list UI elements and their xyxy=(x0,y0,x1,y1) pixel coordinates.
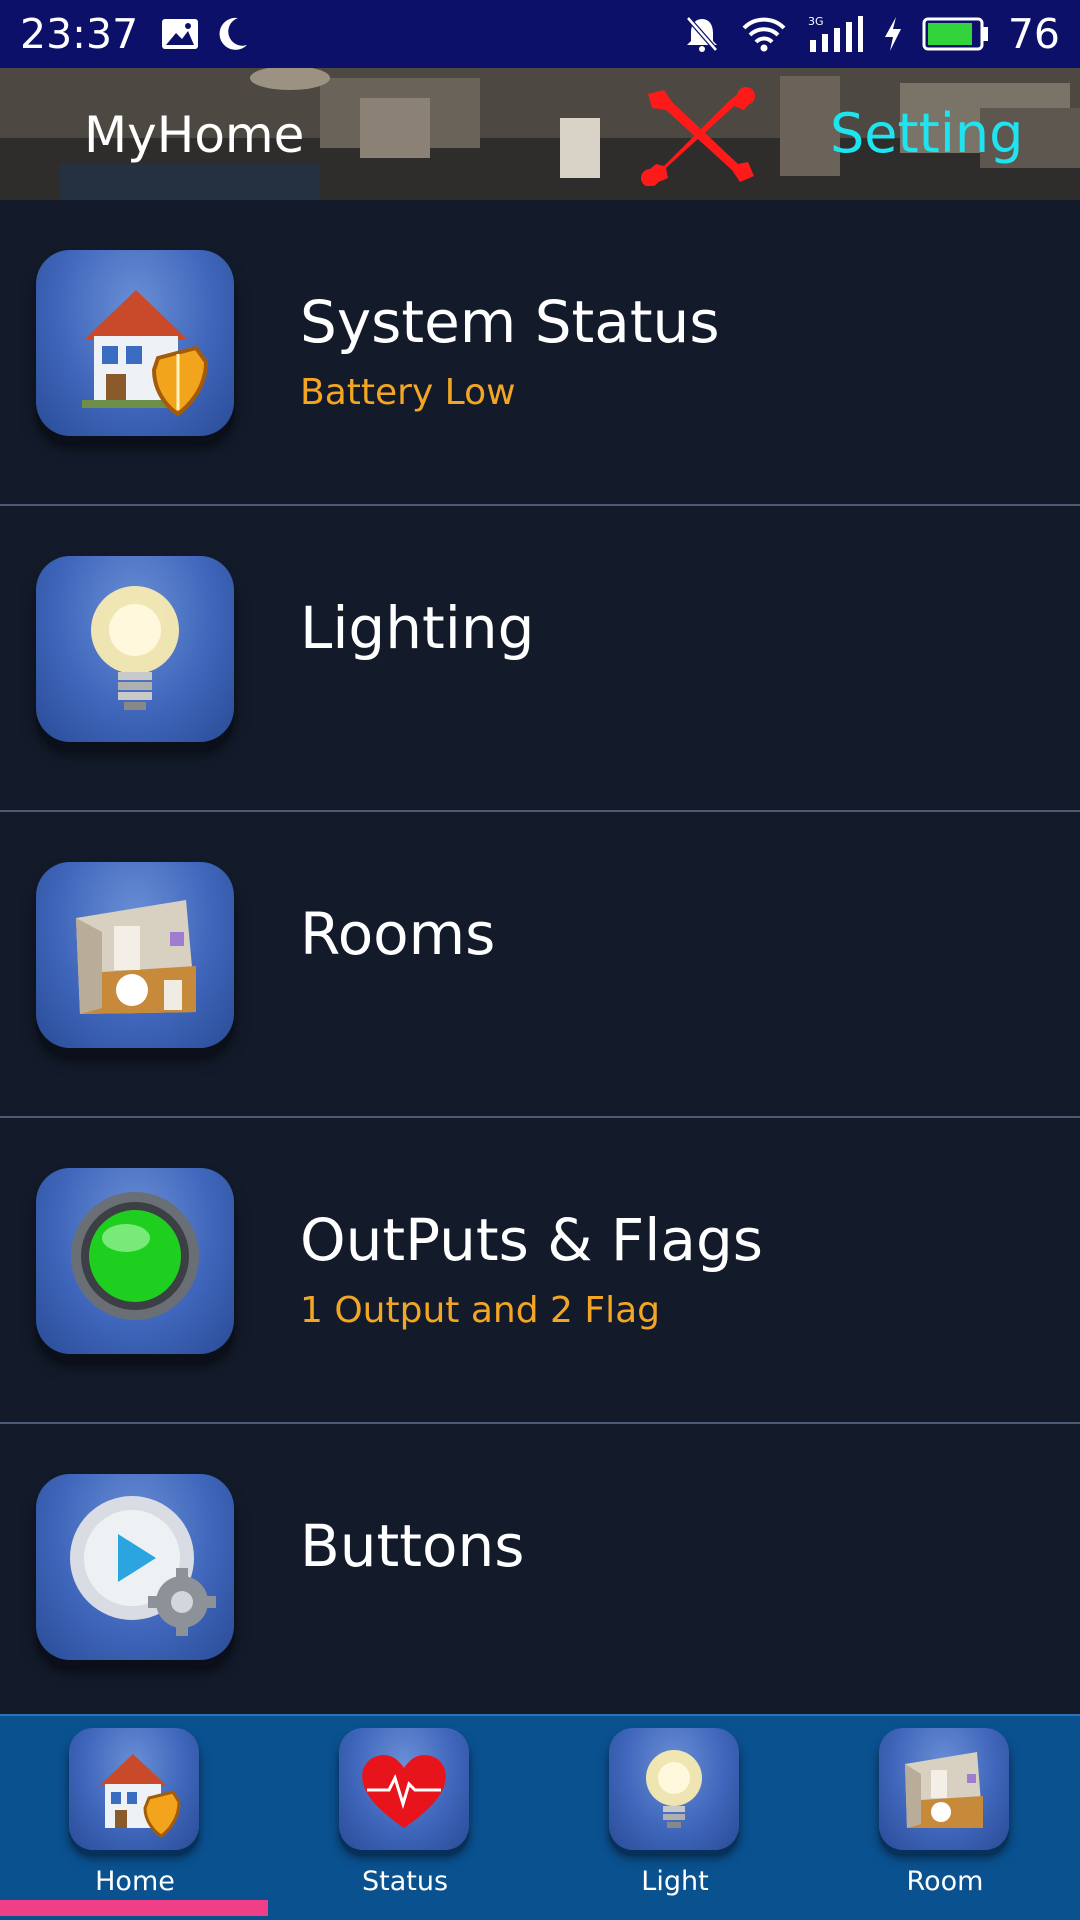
menu-item-title: Rooms xyxy=(300,900,496,968)
moon-icon xyxy=(219,17,248,50)
app-header: MyHome Setting xyxy=(0,68,1080,200)
menu-item-title: System Status xyxy=(300,288,720,356)
menu-item-title: Lighting xyxy=(300,594,535,662)
menu-item-rooms[interactable]: Rooms xyxy=(0,812,1080,1118)
menu-item-lighting[interactable]: Lighting xyxy=(0,506,1080,812)
status-bar: 23:37 3G 76 xyxy=(0,0,1080,68)
menu-item-title: OutPuts & Flags xyxy=(300,1206,763,1274)
play-gear-icon xyxy=(36,1474,234,1660)
light-bulb-icon xyxy=(609,1728,739,1850)
heart-pulse-icon xyxy=(339,1728,469,1850)
wifi-icon xyxy=(742,17,786,52)
bell-muted-icon xyxy=(685,16,718,52)
house-shield-icon xyxy=(69,1728,199,1850)
nav-item-status[interactable]: Status xyxy=(270,1728,540,1908)
tools-icon[interactable] xyxy=(636,86,756,186)
setting-button[interactable]: Setting xyxy=(830,102,1023,165)
svg-text:3G: 3G xyxy=(808,15,824,28)
room-icon xyxy=(36,862,234,1048)
room-icon xyxy=(879,1728,1009,1850)
charging-icon xyxy=(884,17,901,51)
menu-item-subtitle: Battery Low xyxy=(300,372,516,413)
menu-list: System Status Battery Low Lighting Rooms… xyxy=(0,200,1080,1730)
menu-item-buttons[interactable]: Buttons xyxy=(0,1424,1080,1730)
nav-label: Room xyxy=(906,1866,984,1897)
bottom-navigation: Home Status Light Room xyxy=(0,1714,1080,1920)
house-shield-icon xyxy=(36,250,234,436)
light-bulb-icon xyxy=(36,556,234,742)
nav-label: Home xyxy=(95,1866,175,1897)
nav-label: Status xyxy=(361,1866,449,1897)
signal-3g-icon: 3G xyxy=(808,15,863,52)
menu-item-system-status[interactable]: System Status Battery Low xyxy=(0,200,1080,506)
battery-icon xyxy=(922,17,988,51)
menu-item-subtitle: 1 Output and 2 Flag xyxy=(300,1290,660,1331)
nav-item-home[interactable]: Home xyxy=(0,1728,270,1908)
active-tab-indicator xyxy=(0,1900,268,1916)
app-title: MyHome xyxy=(84,106,305,164)
status-time: 23:37 xyxy=(20,10,139,58)
nav-label: Light xyxy=(641,1866,709,1897)
nav-item-light[interactable]: Light xyxy=(540,1728,810,1908)
battery-level: 76 xyxy=(1007,10,1060,58)
image-icon xyxy=(162,19,199,49)
green-light-icon xyxy=(36,1168,234,1354)
nav-item-room[interactable]: Room xyxy=(810,1728,1080,1908)
menu-item-outputs-flags[interactable]: OutPuts & Flags 1 Output and 2 Flag xyxy=(0,1118,1080,1424)
menu-item-title: Buttons xyxy=(300,1512,525,1580)
